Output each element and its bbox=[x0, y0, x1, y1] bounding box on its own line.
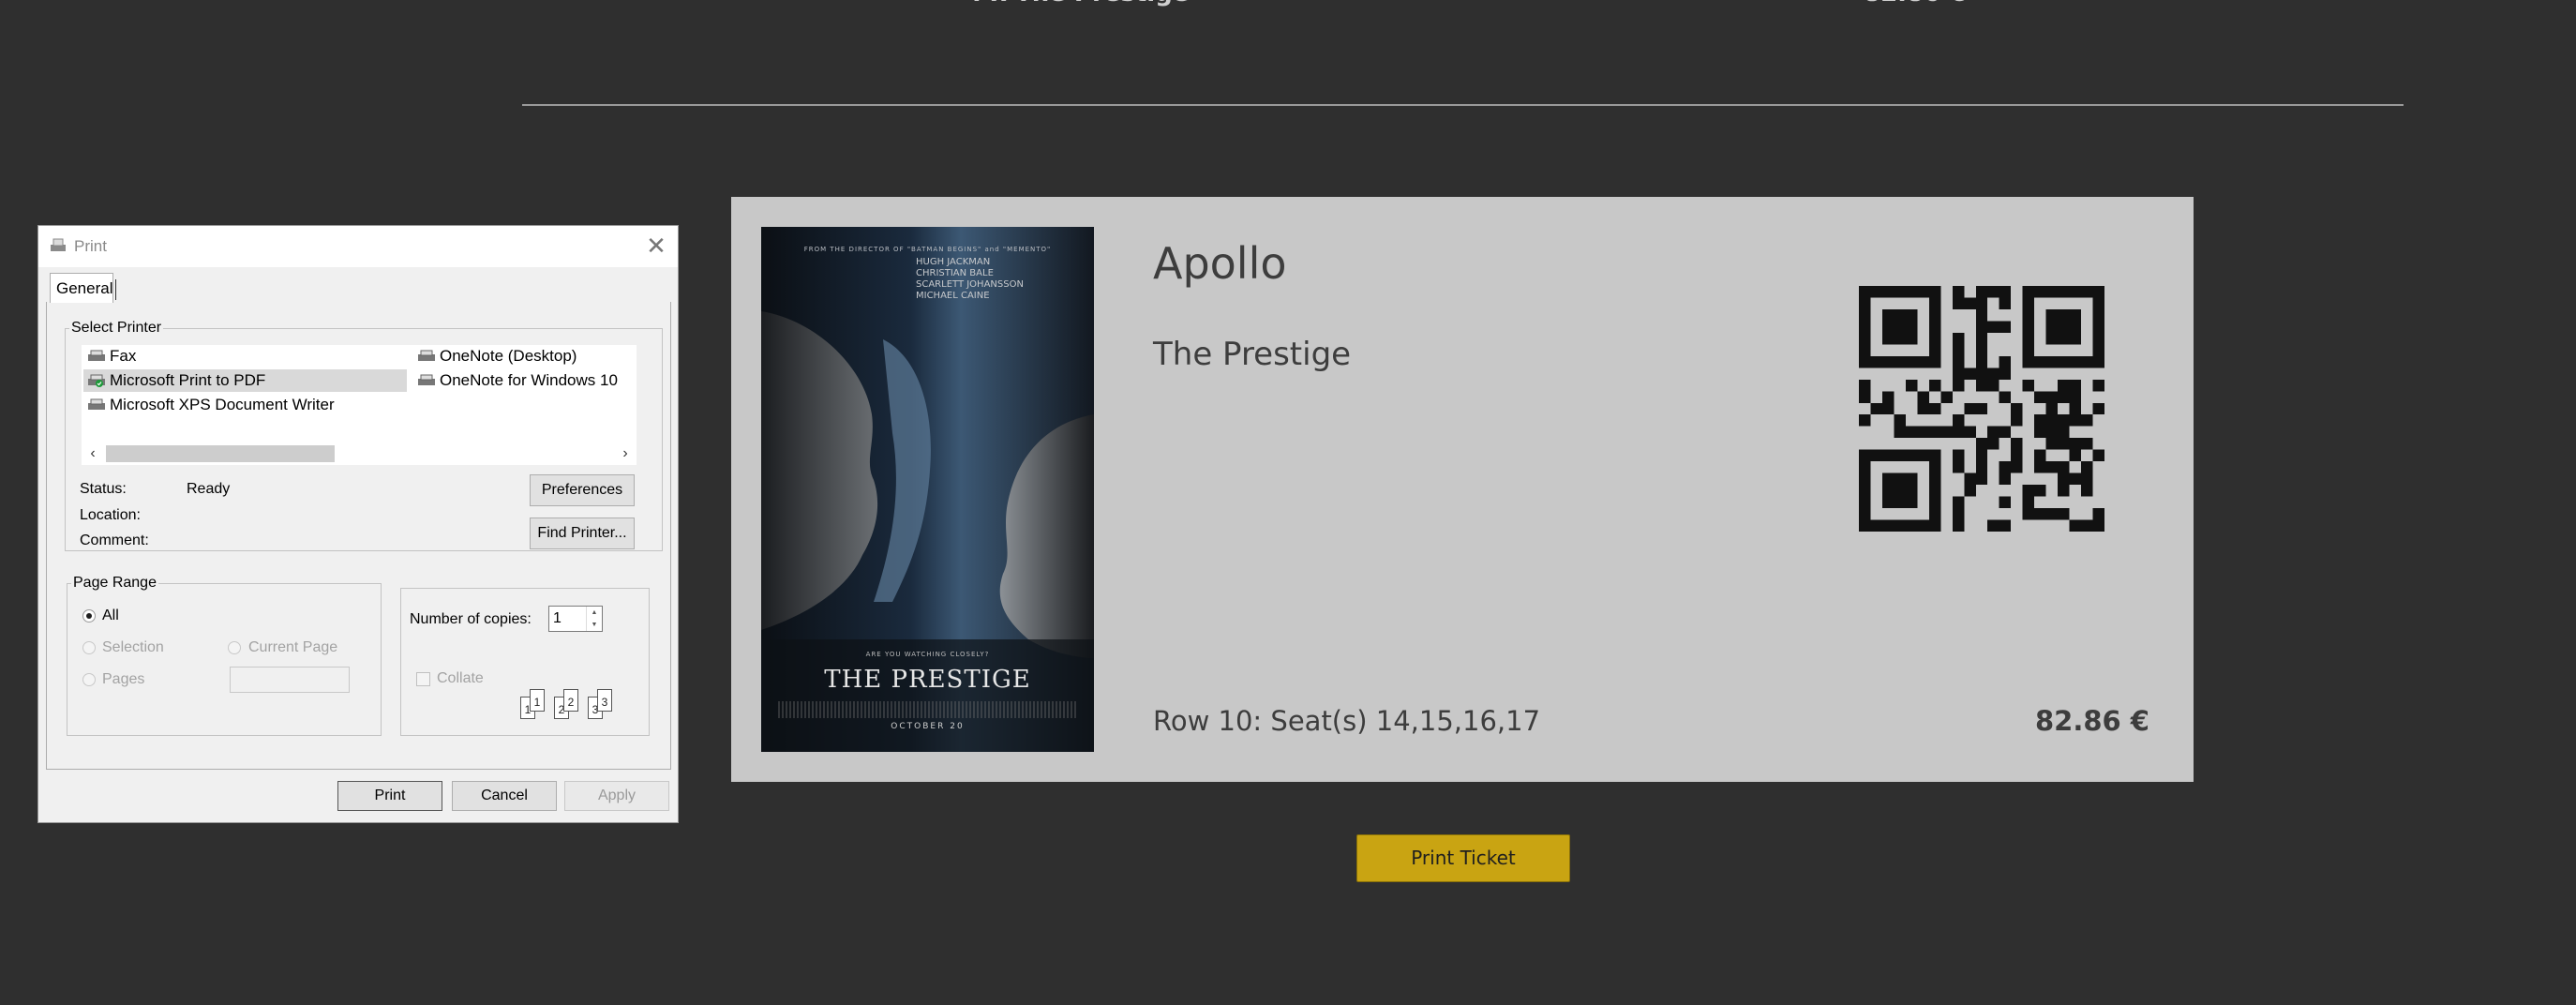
cancel-button[interactable]: Cancel bbox=[452, 781, 557, 811]
poster-credit: CHRISTIAN BALE bbox=[916, 268, 994, 278]
poster-question: ARE YOU WATCHING CLOSELY? bbox=[865, 651, 990, 658]
collate-checkbox bbox=[416, 672, 430, 686]
comment-label: Comment: bbox=[80, 532, 149, 548]
ticket-card: FROM THE DIRECTOR OF "BATMAN BEGINS" and… bbox=[731, 197, 2194, 782]
page-range-legend: Page Range bbox=[73, 575, 157, 591]
range-selection-label: Selection bbox=[102, 639, 164, 655]
ticket-total: 82.86 € bbox=[2034, 705, 2149, 737]
movie-title: The Prestige bbox=[1153, 336, 1352, 373]
printer-name: OneNote (Desktop) bbox=[440, 347, 577, 365]
dialog-titlebar[interactable]: Print ✕ bbox=[38, 226, 678, 267]
copies-stepper[interactable]: 1 ▲ ▼ bbox=[548, 606, 603, 632]
order-item: 4 x The Prestige bbox=[966, 0, 1189, 8]
printer-icon bbox=[418, 374, 435, 385]
printer-list-scrollbar[interactable]: ‹ › bbox=[82, 443, 637, 464]
apply-button: Apply bbox=[564, 781, 669, 811]
range-all-label: All bbox=[102, 608, 119, 623]
order-price: 82.86 € bbox=[1864, 0, 1966, 8]
printer-name: Microsoft XPS Document Writer bbox=[110, 396, 335, 413]
print-dialog: Print ✕ General Select Printer Fax Micro… bbox=[37, 225, 679, 823]
range-pages-label: Pages bbox=[102, 671, 145, 687]
copies-value: 1 bbox=[553, 610, 562, 626]
qr-code bbox=[1859, 286, 2104, 532]
collate-pages-icon: 11 22 33 bbox=[520, 685, 614, 719]
range-current-page-label: Current Page bbox=[248, 639, 338, 655]
poster-title: THE PRESTIGE bbox=[824, 666, 1031, 694]
movie-poster: FROM THE DIRECTOR OF "BATMAN BEGINS" and… bbox=[761, 227, 1094, 752]
poster-credits: HUGH JACKMAN CHRISTIAN BALE SCARLETT JOH… bbox=[916, 257, 1028, 302]
default-printer-icon bbox=[88, 374, 105, 387]
status-label: Status: bbox=[80, 481, 127, 497]
order-summary: 4 x The Prestige 82.86 € bbox=[0, 0, 2576, 17]
print-button[interactable]: Print bbox=[337, 781, 442, 811]
location-label: Location: bbox=[80, 507, 141, 523]
stepper-arrows-icon[interactable]: ▲ ▼ bbox=[586, 607, 602, 631]
collate-label: Collate bbox=[437, 670, 484, 686]
select-printer-legend: Select Printer bbox=[71, 320, 162, 336]
preferences-button[interactable]: Preferences bbox=[530, 474, 635, 506]
poster-credit: SCARLETT JOHANSSON bbox=[916, 279, 1024, 290]
poster-billing-block bbox=[778, 701, 1078, 718]
printer-icon bbox=[88, 398, 105, 410]
printer-icon bbox=[418, 350, 435, 361]
poster-date: OCTOBER 20 bbox=[891, 722, 965, 731]
poster-credit: MICHAEL CAINE bbox=[916, 291, 990, 301]
dialog-title: Print bbox=[74, 237, 107, 255]
range-current-page-radio bbox=[228, 641, 241, 654]
status-value: Ready bbox=[187, 481, 231, 497]
printer-item-onenote-win10[interactable]: OneNote for Windows 10 bbox=[413, 369, 618, 392]
print-ticket-button[interactable]: Print Ticket bbox=[1356, 834, 1570, 882]
scroll-right-icon[interactable]: › bbox=[616, 443, 635, 464]
scrollbar-thumb[interactable] bbox=[106, 445, 335, 462]
divider bbox=[522, 104, 2404, 106]
scroll-left-icon[interactable]: ‹ bbox=[83, 443, 102, 464]
printer-name: OneNote for Windows 10 bbox=[440, 371, 618, 389]
find-printer-button[interactable]: Find Printer... bbox=[530, 518, 635, 549]
poster-tagline: FROM THE DIRECTOR OF "BATMAN BEGINS" and… bbox=[803, 246, 1052, 253]
range-selection-radio bbox=[82, 641, 96, 654]
poster-credit: HUGH JACKMAN bbox=[916, 257, 991, 267]
printer-item-fax[interactable]: Fax bbox=[83, 345, 136, 368]
printer-icon bbox=[51, 238, 66, 251]
close-icon[interactable]: ✕ bbox=[642, 232, 670, 260]
tab-general[interactable]: General bbox=[50, 273, 116, 303]
range-all-radio[interactable] bbox=[82, 609, 96, 622]
printer-item-xps[interactable]: Microsoft XPS Document Writer bbox=[83, 394, 335, 416]
seat-info: Row 10: Seat(s) 14,15,16,17 bbox=[1153, 705, 1541, 737]
printer-item-onenote-desktop[interactable]: OneNote (Desktop) bbox=[413, 345, 577, 368]
copies-label: Number of copies: bbox=[410, 611, 532, 627]
cinema-name: Apollo bbox=[1153, 238, 1287, 289]
pages-input bbox=[230, 667, 350, 693]
printer-name: Fax bbox=[110, 347, 137, 365]
printer-name: Microsoft Print to PDF bbox=[110, 371, 266, 389]
printer-icon bbox=[88, 350, 105, 361]
printer-item-pdf[interactable]: Microsoft Print to PDF bbox=[83, 369, 407, 392]
range-pages-radio bbox=[82, 673, 96, 686]
